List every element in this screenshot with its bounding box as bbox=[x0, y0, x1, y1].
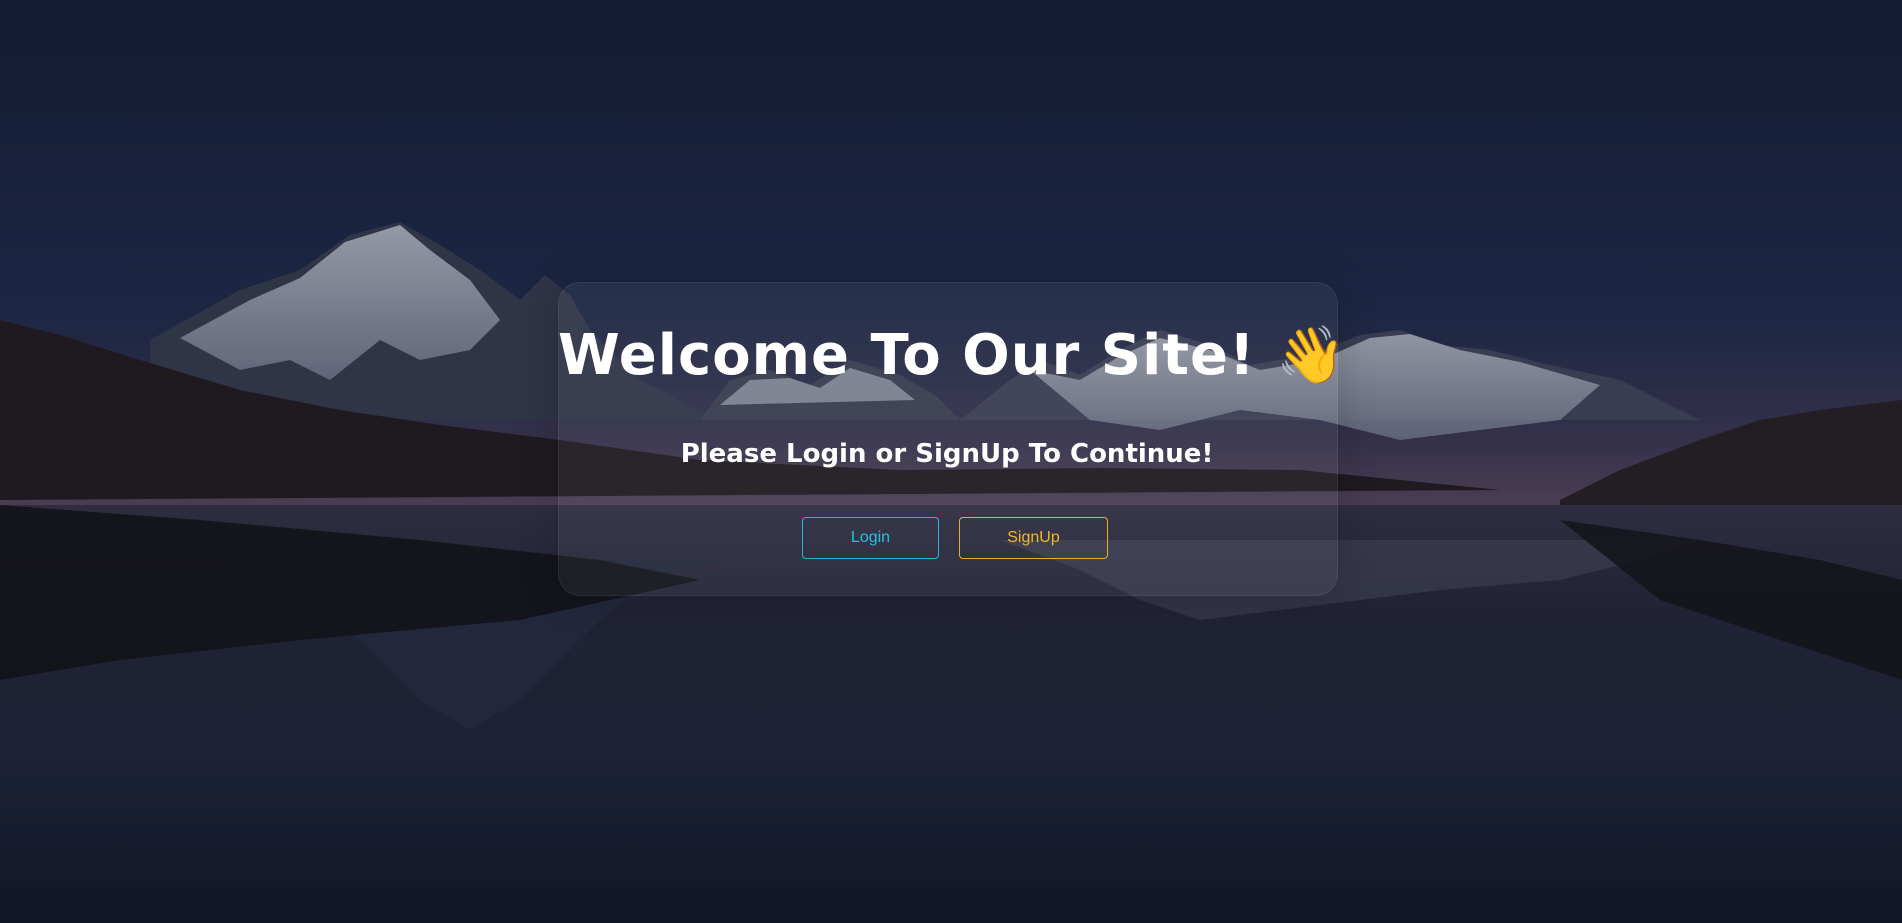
subtitle: Please Login or SignUp To Continue! bbox=[680, 439, 1214, 469]
welcome-page: Welcome To Our Site! 👋 Please Login or S… bbox=[0, 0, 1902, 923]
signup-button[interactable]: SignUp bbox=[959, 517, 1108, 559]
title-text: Welcome To Our Site! bbox=[558, 323, 1256, 388]
waving-hand-icon: 👋 bbox=[1276, 323, 1347, 388]
login-button[interactable]: Login bbox=[802, 517, 939, 559]
page-title: Welcome To Our Site! 👋 bbox=[558, 318, 1346, 394]
